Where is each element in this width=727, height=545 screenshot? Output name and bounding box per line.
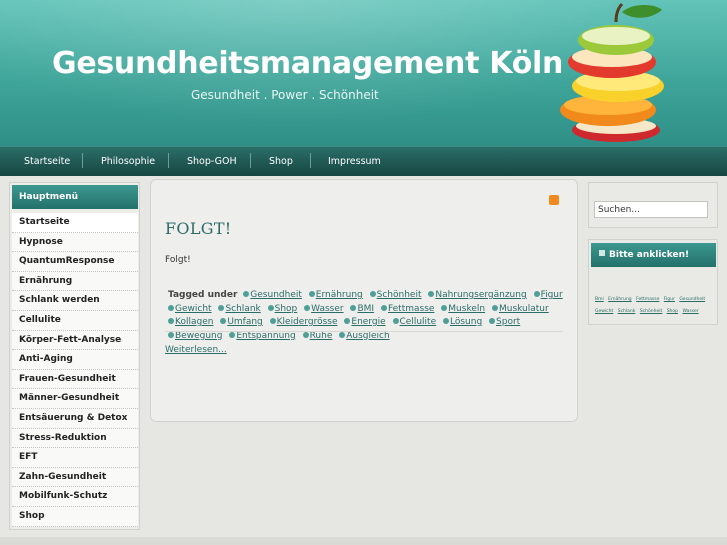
divider (165, 331, 563, 332)
tag-link[interactable]: Muskeln (441, 303, 485, 317)
cloud-tag-link[interactable]: Gesundheit (679, 297, 705, 302)
site-slogan: Gesundheit . Power . Schönheit (191, 88, 379, 102)
menu-item-eft[interactable]: EFT (12, 448, 138, 468)
menu-item-startseite[interactable]: Startseite (12, 213, 138, 233)
article-tags: Tagged under Gesundheit Ernährung Schönh… (168, 289, 568, 343)
search-input[interactable] (594, 201, 708, 218)
menu-item-shop[interactable]: Shop (12, 506, 138, 527)
menu-item-mobilfunk-schutz[interactable]: Mobilfunk-Schutz (12, 487, 138, 507)
menu-item-quantumresponse[interactable]: QuantumResponse (12, 252, 138, 272)
nav-startseite[interactable]: Startseite (24, 147, 70, 177)
nav-shop-goh[interactable]: Shop-GOH (187, 147, 237, 177)
tag-cloud-title: Bitte anklicken! (591, 243, 716, 267)
menu-item-cellulite[interactable]: Cellulite (12, 310, 138, 331)
tag-link[interactable]: Schlank (218, 303, 260, 317)
tag-link[interactable]: Gesundheit (243, 289, 302, 303)
tag-link[interactable]: Lösung (443, 316, 482, 330)
tag-link[interactable]: Cellulite (393, 316, 437, 330)
site-title[interactable]: Gesundheitsmanagement Köln (52, 46, 563, 81)
tag-link[interactable]: Kleidergrösse (270, 316, 338, 330)
tag-link[interactable]: Sport (489, 316, 520, 330)
read-more-link[interactable]: Weiterlesen... (165, 345, 227, 355)
tag-link[interactable]: Gewicht (168, 303, 212, 317)
main-menu-title: Hauptmenü (12, 185, 138, 209)
cloud-tag-link[interactable]: Schönheit (640, 309, 662, 314)
tag-link[interactable]: Figur (534, 289, 563, 303)
tag-link[interactable]: Ernährung (309, 289, 363, 303)
nav-separator (82, 153, 83, 168)
menu-item-maenner-gesundheit[interactable]: Männer-Gesundheit (12, 389, 138, 409)
menu-item-hypnose[interactable]: Hypnose (12, 232, 138, 253)
tag-link[interactable]: BMI (350, 303, 374, 317)
tag-link[interactable]: Energie (344, 316, 385, 330)
main-menu: Startseite Hypnose QuantumResponse Ernäh… (12, 213, 138, 527)
article-title[interactable]: FOLGT! (165, 219, 232, 238)
tags-label: Tagged under (168, 290, 238, 300)
menu-item-stress-reduktion[interactable]: Stress-Reduktion (12, 428, 138, 449)
cloud-tag-link[interactable]: Shop (667, 309, 678, 314)
cloud-tag-link[interactable]: Bmi (595, 297, 604, 302)
menu-item-koerper-fett-analyse[interactable]: Körper-Fett-Analyse (12, 330, 138, 351)
menu-item-ernaehrung[interactable]: Ernährung (12, 271, 138, 292)
cloud-tag-link[interactable]: Ernährung (608, 297, 632, 302)
tag-link[interactable]: Wasser (304, 303, 343, 317)
nav-impressum[interactable]: Impressum (328, 147, 381, 177)
nav-separator (168, 153, 169, 168)
tag-cloud-title-label: Bitte anklicken! (609, 250, 690, 260)
nav-separator (250, 153, 251, 168)
footer-strip (0, 537, 727, 545)
tag-link[interactable]: Muskulatur (492, 303, 549, 317)
menu-item-frauen-gesundheit[interactable]: Frauen-Gesundheit (12, 369, 138, 390)
article-body: Folgt! (165, 255, 191, 265)
tag-link[interactable]: Nahrungsergänzung (428, 289, 526, 303)
menu-item-entsaeuerung-detox[interactable]: Entsäuerung & Detox (12, 408, 138, 429)
tag-cloud: Bmi Ernährung Fettmasse Figur Gesundheit… (595, 294, 713, 318)
tag-link[interactable]: Umfang (220, 316, 262, 330)
tag-link[interactable]: Kollagen (168, 316, 213, 330)
cloud-tag-link[interactable]: Wasser (682, 309, 698, 314)
cloud-tag-link[interactable]: Gewicht (595, 309, 613, 314)
nav-separator (310, 153, 311, 168)
bullet-icon (599, 250, 605, 256)
tag-link[interactable]: Schönheit (370, 289, 422, 303)
nav-shop[interactable]: Shop (269, 147, 293, 177)
fruit-stack-logo (560, 2, 664, 142)
cloud-tag-link[interactable]: Fettmasse (636, 297, 659, 302)
tag-link[interactable]: Shop (268, 303, 298, 317)
rss-feed-icon[interactable] (549, 195, 559, 205)
menu-item-anti-aging[interactable]: Anti-Aging (12, 350, 138, 370)
menu-item-schlank-werden[interactable]: Schlank werden (12, 291, 138, 311)
nav-philosophie[interactable]: Philosophie (101, 147, 155, 177)
menu-item-zahn-gesundheit[interactable]: Zahn-Gesundheit (12, 467, 138, 488)
tag-link[interactable]: Fettmasse (381, 303, 434, 317)
cloud-tag-link[interactable]: Schlank (618, 309, 636, 314)
cloud-tag-link[interactable]: Figur (664, 297, 675, 302)
